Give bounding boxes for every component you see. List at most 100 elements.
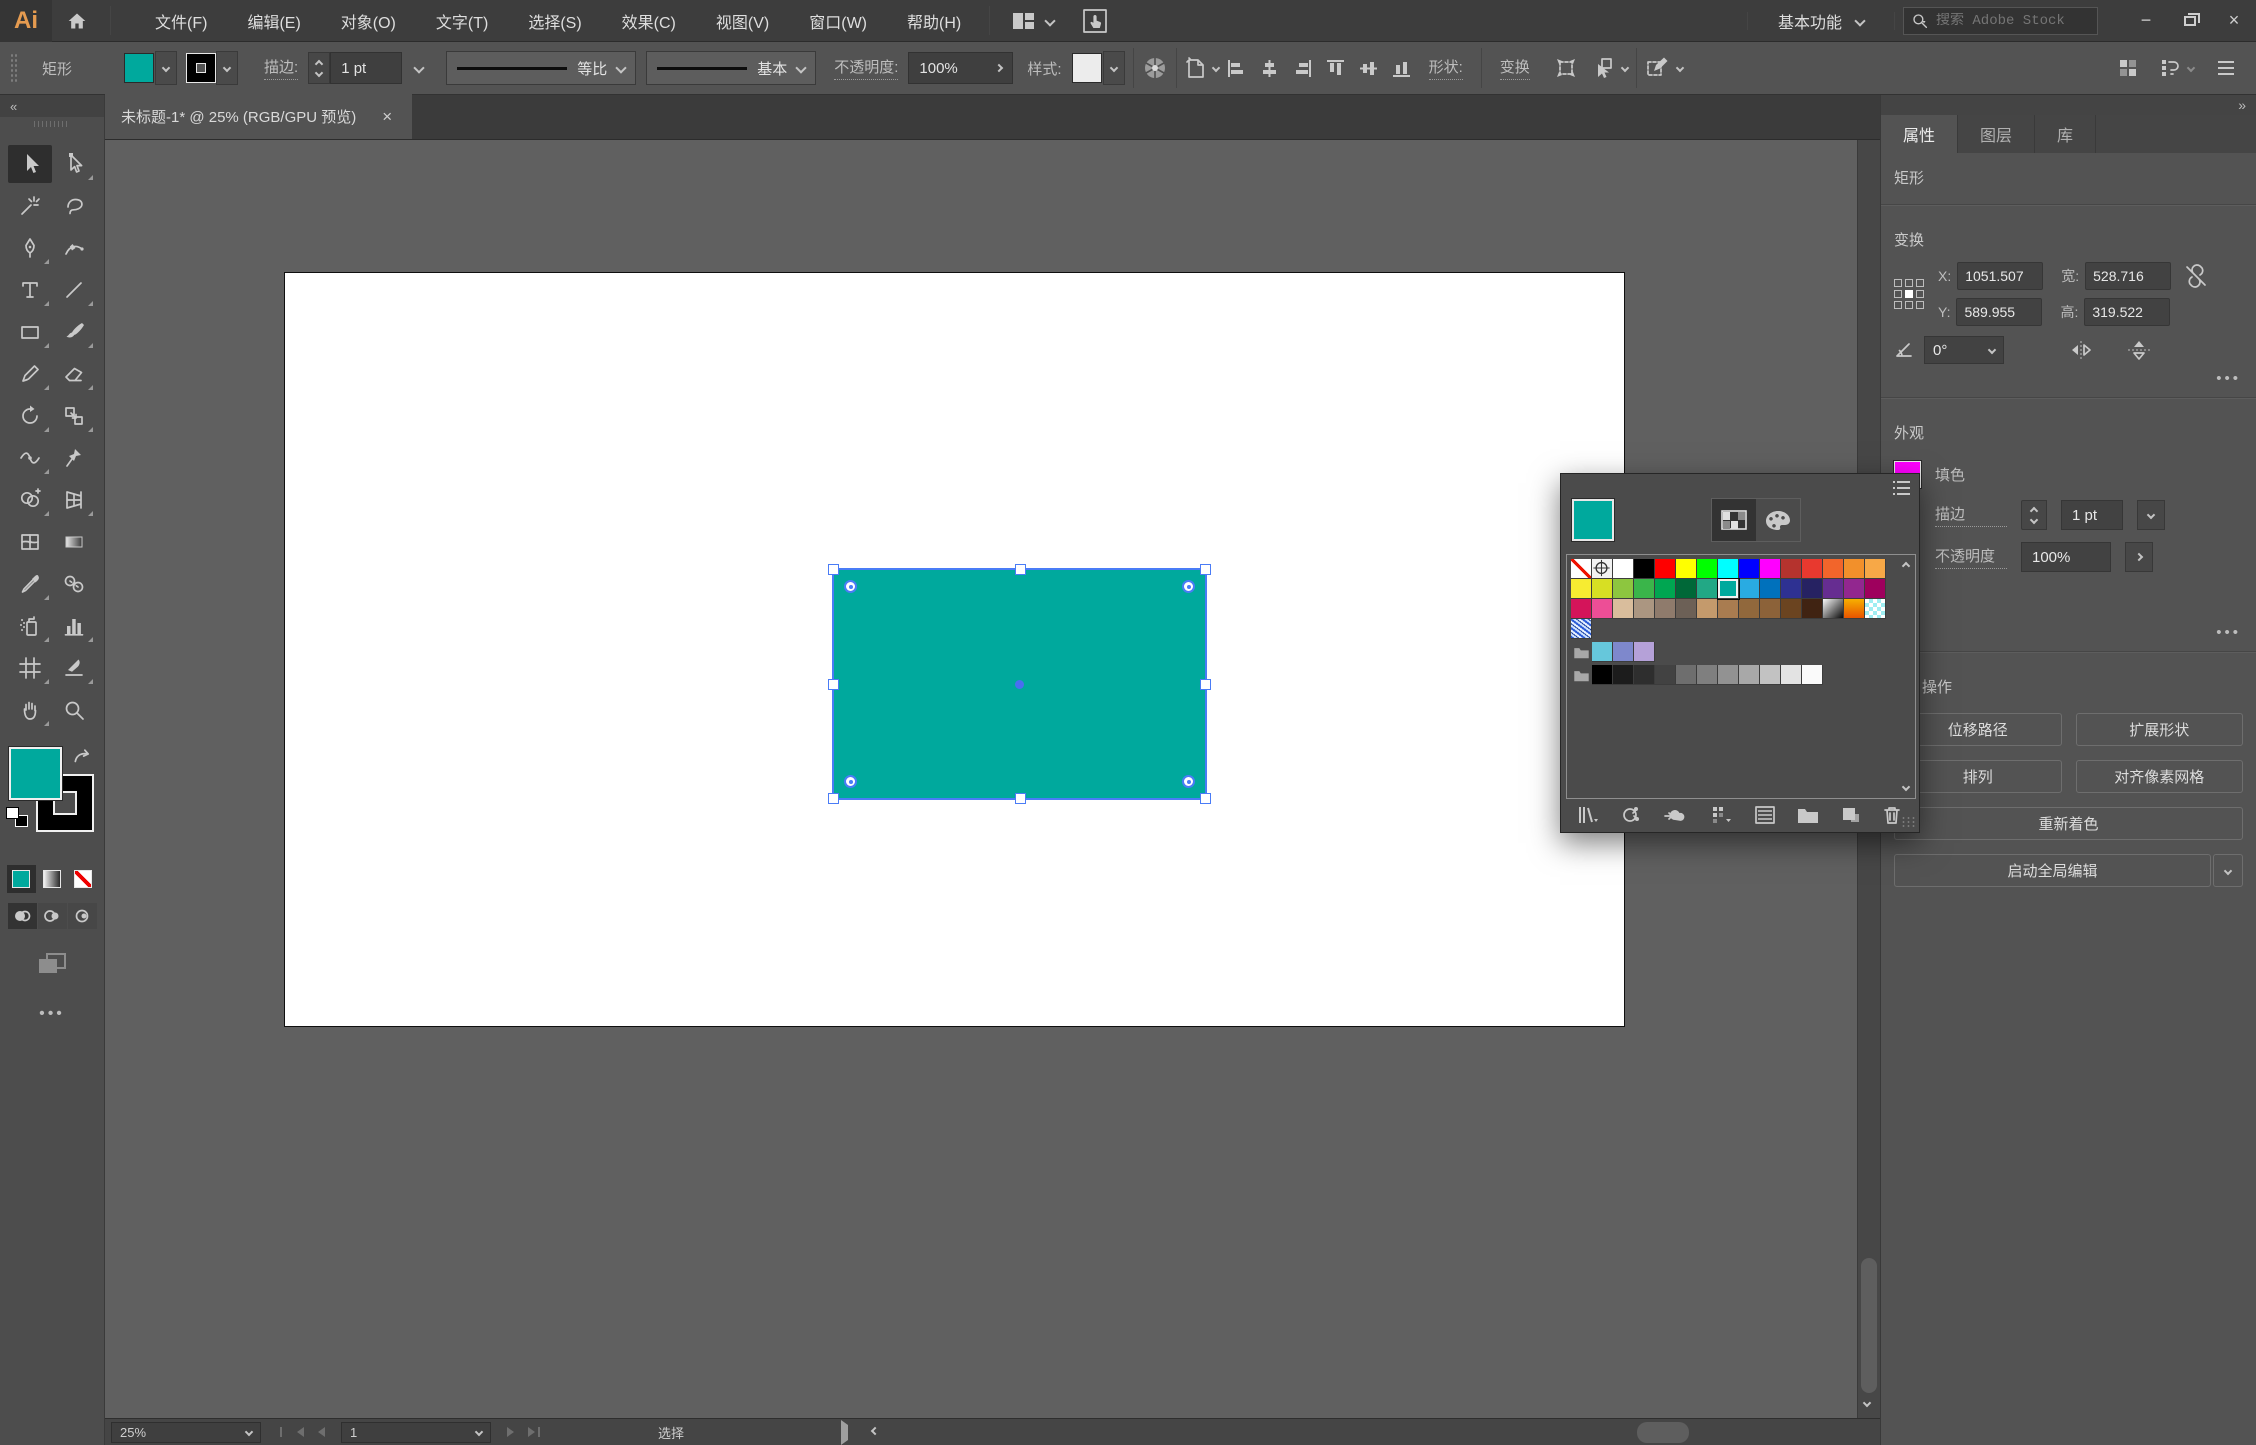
selected-rectangle[interactable] <box>828 564 1211 804</box>
symbol-sprayer-tool[interactable] <box>8 607 52 645</box>
swatch-2-2[interactable] <box>1613 599 1634 619</box>
select-similar-icon[interactable] <box>1592 56 1629 80</box>
selection-handle-s[interactable] <box>1014 793 1026 804</box>
swatch-0-12[interactable] <box>1823 559 1844 579</box>
y-input[interactable]: 589.955 <box>1956 298 2043 326</box>
menu-item-8[interactable]: 帮助(H) <box>887 0 981 42</box>
fill-color-dropdown[interactable] <box>124 51 178 85</box>
swatch-2-11[interactable] <box>1802 599 1823 619</box>
rotate-tool[interactable] <box>8 397 52 435</box>
line-segment-tool[interactable] <box>52 271 96 309</box>
align-left-icon[interactable] <box>1227 59 1246 78</box>
artboard-nav-next[interactable] <box>507 1427 514 1437</box>
rectangle-tool[interactable] <box>8 313 52 351</box>
color-group-folder-icon[interactable] <box>1571 642 1592 662</box>
swatch-options-icon[interactable] <box>1755 806 1775 824</box>
scale-tool[interactable] <box>52 397 96 435</box>
width-input[interactable]: 528.716 <box>2085 262 2172 290</box>
group-1-swatch-0[interactable] <box>1592 665 1613 685</box>
swatch-3-0[interactable] <box>1571 619 1592 639</box>
swatch-2-1[interactable] <box>1592 599 1613 619</box>
artboard-nav-last[interactable] <box>528 1427 541 1437</box>
new-color-group-icon[interactable] <box>1797 806 1819 824</box>
dock-panels-icon[interactable] <box>2160 58 2196 78</box>
paintbrush-tool[interactable] <box>52 313 96 351</box>
mesh-tool[interactable] <box>8 523 52 561</box>
swatch-0-11[interactable] <box>1802 559 1823 579</box>
reference-point-widget[interactable] <box>1894 279 1928 309</box>
swatch-2-0[interactable] <box>1571 599 1592 619</box>
column-graph-tool[interactable] <box>52 607 96 645</box>
collapse-panel-icon[interactable]: » <box>2238 97 2246 113</box>
stroke-label[interactable]: 描边 <box>1935 503 2007 527</box>
rotation-select[interactable]: 0° <box>1924 336 2004 364</box>
zoom-tool[interactable] <box>52 691 96 729</box>
swatch-2-3[interactable] <box>1634 599 1655 619</box>
isolate-edit-icon[interactable] <box>1645 56 1684 80</box>
selection-handle-n[interactable] <box>1014 564 1026 575</box>
artboard-tool[interactable] <box>8 649 52 687</box>
corner-radius-widget-ne[interactable] <box>1182 580 1195 593</box>
global-edit-button[interactable]: 启动全局编辑 <box>1894 854 2211 887</box>
swatch-2-10[interactable] <box>1781 599 1802 619</box>
swatch-1-0[interactable] <box>1571 579 1592 599</box>
swatches-view-button[interactable] <box>1712 499 1756 541</box>
stroke-stepper[interactable] <box>2021 500 2047 530</box>
action-button-3[interactable]: 对齐像素网格 <box>2075 760 2243 793</box>
puppet-warp-tool[interactable] <box>52 439 96 477</box>
align-center-icon[interactable] <box>1260 59 1279 78</box>
none-mode-button[interactable] <box>68 865 98 893</box>
selection-handle-nw[interactable] <box>828 564 839 575</box>
gradient-mode-button[interactable] <box>37 865 67 893</box>
gradient-tool[interactable] <box>52 523 96 561</box>
color-themes-icon[interactable] <box>1621 805 1641 825</box>
flip-vertical-icon[interactable] <box>2126 339 2152 361</box>
swatch-0-6[interactable] <box>1697 559 1718 579</box>
group-1-swatch-7[interactable] <box>1739 665 1760 685</box>
swatch-1-1[interactable] <box>1592 579 1613 599</box>
eraser-tool[interactable] <box>52 355 96 393</box>
align-top-icon[interactable] <box>1326 59 1345 78</box>
swatch-1-4[interactable] <box>1655 579 1676 599</box>
x-input[interactable]: 1051.507 <box>1957 262 2044 290</box>
swatch-2-8[interactable] <box>1739 599 1760 619</box>
shaper-tool[interactable] <box>8 355 52 393</box>
swatch-1-9[interactable] <box>1760 579 1781 599</box>
align-right-icon[interactable] <box>1293 59 1312 78</box>
panel-tab-库[interactable]: 库 <box>2035 115 2097 153</box>
swatch-0-7[interactable] <box>1718 559 1739 579</box>
color-mixer-view-button[interactable] <box>1756 499 1800 541</box>
stock-search[interactable] <box>1903 6 2098 35</box>
magic-wand-tool[interactable] <box>8 187 52 225</box>
stroke-weight-value[interactable]: 1 pt <box>330 52 403 84</box>
curvature-tool[interactable] <box>52 229 96 267</box>
fill-proxy-swatch[interactable] <box>9 747 62 800</box>
close-tab-icon[interactable]: × <box>382 107 392 127</box>
menu-item-2[interactable]: 对象(O) <box>321 0 416 42</box>
minimize-button[interactable]: − <box>2124 6 2168 36</box>
group-1-swatch-1[interactable] <box>1613 665 1634 685</box>
draw-normal-button[interactable] <box>7 903 37 929</box>
corner-radius-widget-sw[interactable] <box>844 775 857 788</box>
stroke-weight-label[interactable]: 描边: <box>264 56 299 80</box>
free-transform-icon[interactable] <box>1554 56 1578 80</box>
shape-builder-tool[interactable] <box>8 481 52 519</box>
swatch-0-8[interactable] <box>1739 559 1760 579</box>
artboard-nav-prev[interactable] <box>318 1427 325 1437</box>
swatch-2-9[interactable] <box>1760 599 1781 619</box>
collapse-tools-button[interactable]: « <box>0 95 104 117</box>
group-1-swatch-4[interactable] <box>1676 665 1697 685</box>
stroke-value[interactable]: 1 pt <box>2061 500 2123 530</box>
group-1-swatch-5[interactable] <box>1697 665 1718 685</box>
resize-grip[interactable] <box>1901 816 1915 828</box>
swatch-libraries-icon[interactable] <box>1577 805 1599 825</box>
align-vcenter-icon[interactable] <box>1359 59 1378 78</box>
appearance-more-options[interactable]: ••• <box>1894 584 2243 641</box>
hand-tool[interactable] <box>8 691 52 729</box>
workspace-switcher[interactable]: 基本功能 <box>1756 9 1886 33</box>
swatch-2-12[interactable] <box>1823 599 1844 619</box>
chevron-down-icon[interactable] <box>413 62 425 74</box>
selection-tool[interactable] <box>8 145 52 183</box>
group-1-swatch-6[interactable] <box>1718 665 1739 685</box>
direct-selection-tool[interactable] <box>52 145 96 183</box>
